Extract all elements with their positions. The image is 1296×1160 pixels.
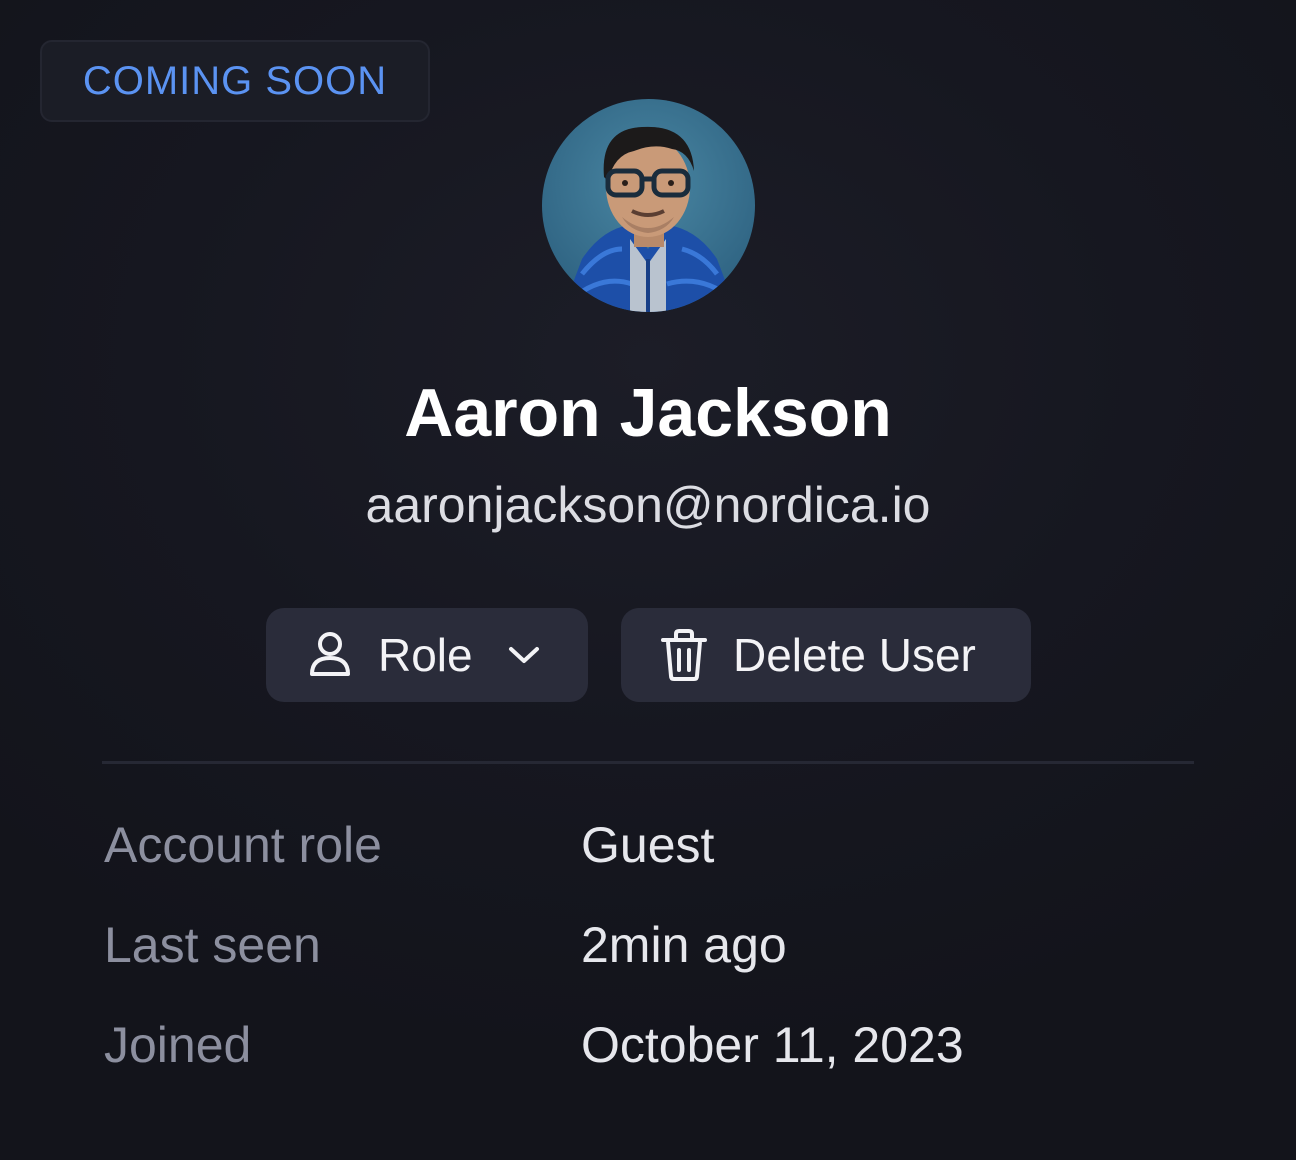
joined-value: October 11, 2023 — [581, 1017, 964, 1073]
chevron-down-icon — [509, 647, 539, 663]
account-role-label: Account role — [104, 817, 382, 873]
coming-soon-badge: COMING SOON — [40, 40, 430, 122]
user-icon — [310, 632, 350, 676]
avatar — [542, 99, 755, 312]
user-name: Aaron Jackson — [404, 375, 892, 451]
role-button[interactable]: Role — [266, 608, 588, 702]
joined-label: Joined — [104, 1017, 252, 1073]
last-seen-label: Last seen — [104, 917, 321, 973]
delete-user-button[interactable]: Delete User — [621, 608, 1031, 702]
delete-user-button-label: Delete User — [733, 629, 976, 681]
trash-icon — [661, 629, 707, 681]
account-role-value: Guest — [581, 817, 715, 873]
last-seen-value: 2min ago — [581, 917, 787, 973]
avatar-photo — [542, 99, 755, 312]
role-button-label: Role — [378, 629, 473, 681]
user-email: aaronjackson@nordica.io — [365, 477, 931, 533]
coming-soon-label: COMING SOON — [82, 58, 388, 103]
section-divider — [102, 761, 1194, 764]
